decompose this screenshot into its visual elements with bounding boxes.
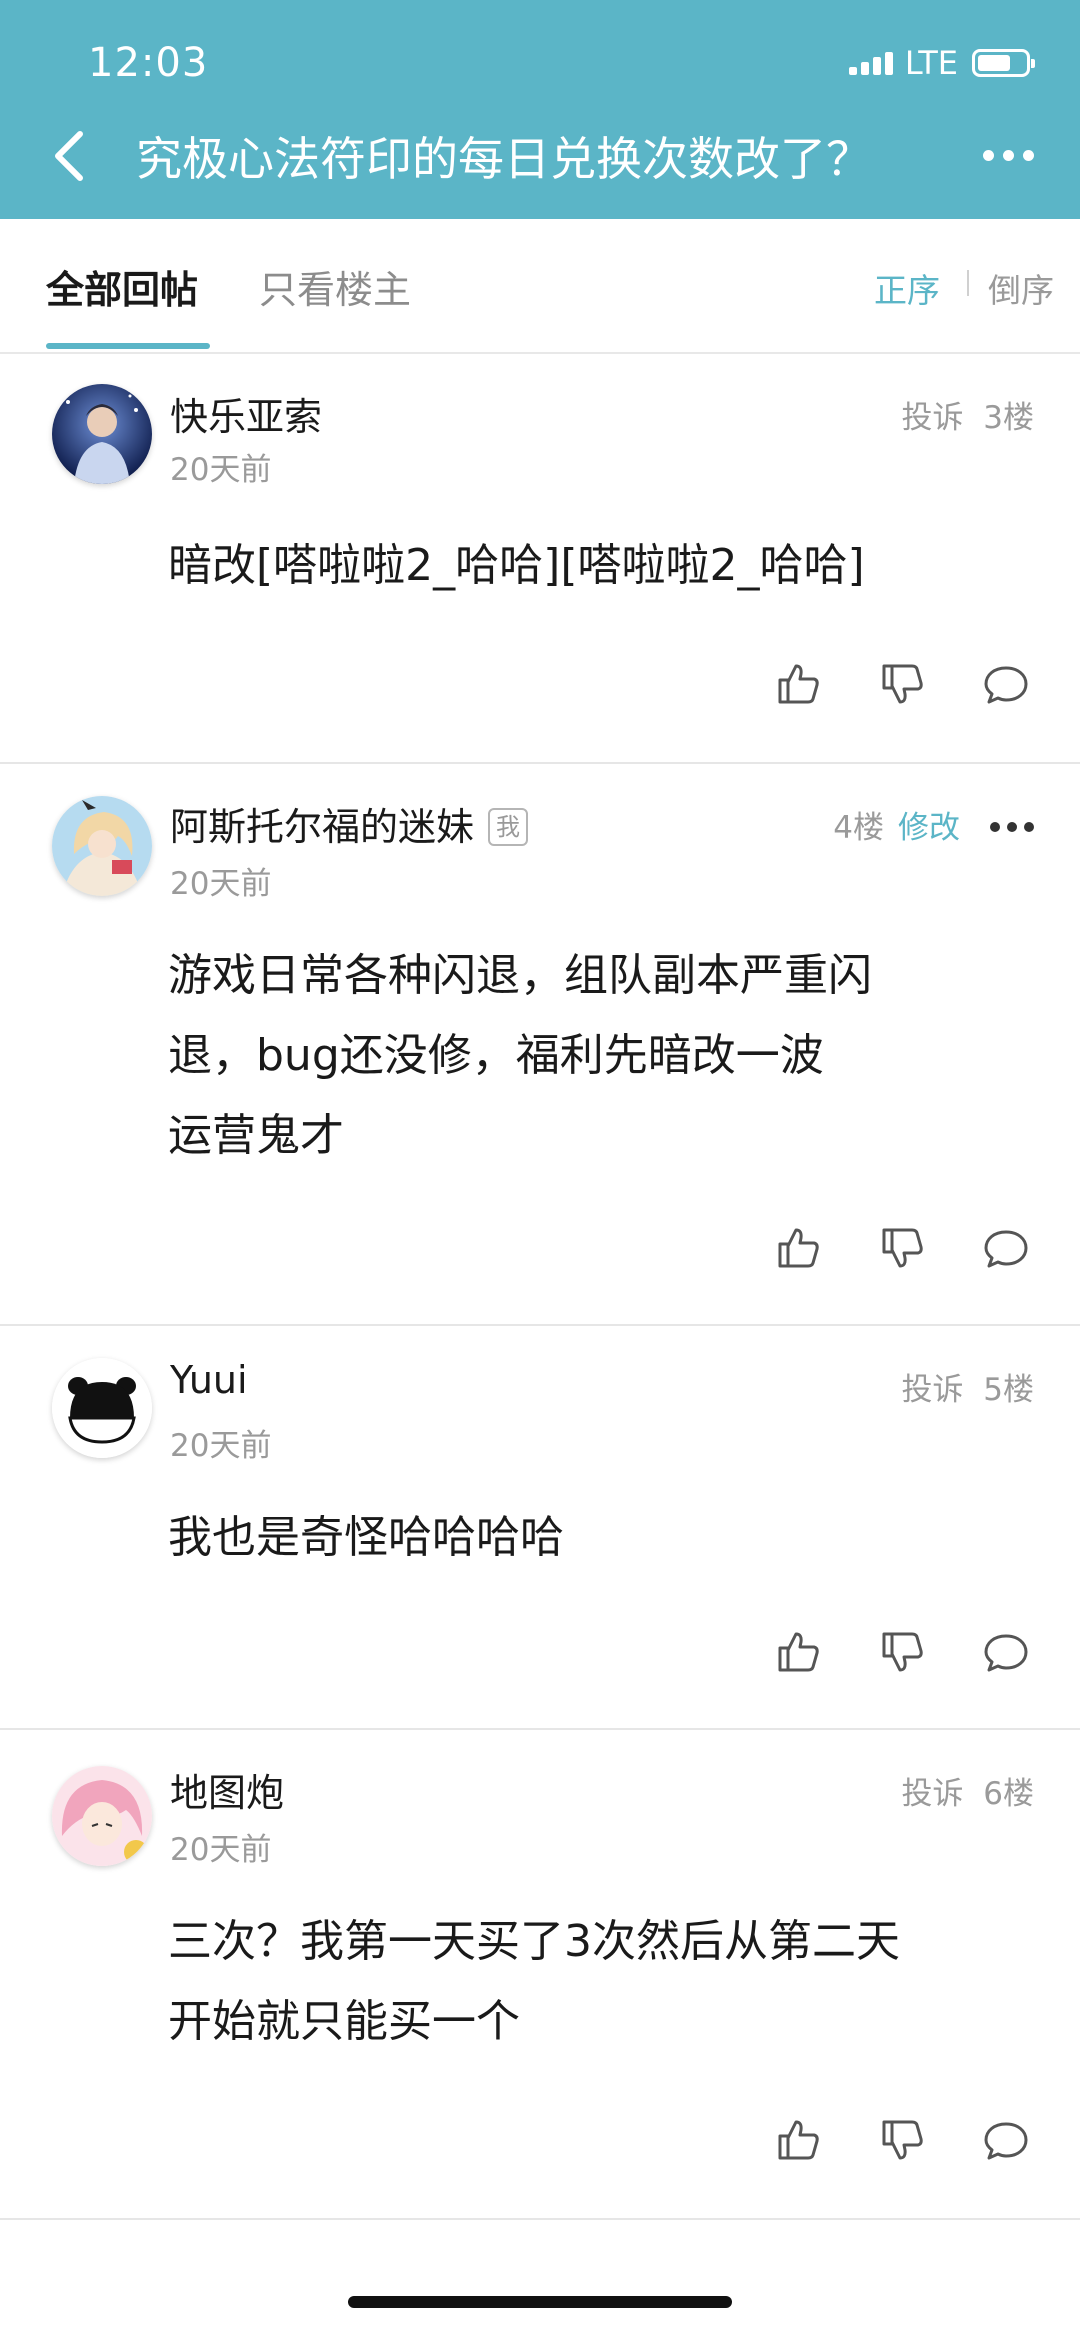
post-content: 我也是奇怪哈哈哈哈	[168, 1512, 564, 1563]
avatar[interactable]	[52, 384, 152, 484]
floor-number: 5楼	[983, 1372, 1034, 1408]
floor-number: 4楼	[833, 810, 884, 846]
thumbs-up-icon[interactable]	[774, 1628, 822, 1676]
thumbs-up-icon[interactable]	[774, 2116, 822, 2164]
username[interactable]: 快乐亚索	[170, 386, 322, 441]
me-badge: 我	[488, 807, 529, 846]
battery-icon	[972, 49, 1035, 77]
content-line: 运营鬼才	[168, 1110, 344, 1161]
reply-post: 地图炮 20天前 投诉 6楼 三次？我第一天买了3次然后从第二天 开始就只能买一…	[0, 1730, 1080, 2220]
floor-number: 3楼	[983, 400, 1034, 436]
content-line: 三次？我第一天买了3次然后从第二天	[168, 1916, 900, 1967]
thumbs-down-icon[interactable]	[878, 1224, 926, 1272]
reply-post: Yuui 20天前 投诉 5楼 我也是奇怪哈哈哈哈	[0, 1326, 1080, 1730]
comment-icon[interactable]	[982, 660, 1030, 708]
comment-icon[interactable]	[982, 2116, 1030, 2164]
edit-link[interactable]: 修改	[898, 810, 960, 846]
back-button[interactable]	[50, 126, 90, 186]
report-link[interactable]: 投诉	[902, 400, 964, 436]
status-indicators: LTE	[848, 44, 1035, 82]
username[interactable]: 地图炮	[170, 1762, 284, 1817]
thumbs-up-icon[interactable]	[774, 1224, 822, 1272]
post-content: 暗改[嗒啦啦2_哈哈][嗒啦啦2_哈哈]	[168, 540, 865, 591]
post-actions	[774, 1224, 1030, 1272]
active-tab-indicator	[46, 343, 210, 349]
status-time: 12:03	[88, 40, 209, 86]
content-line: 游戏日常各种闪退，组队副本严重闪	[168, 950, 872, 1001]
sort-divider	[967, 270, 969, 296]
avatar[interactable]	[52, 1358, 152, 1458]
post-time: 20天前	[170, 452, 272, 488]
username[interactable]: Yuui	[170, 1358, 248, 1402]
app-header: 12:03 LTE 究极心法符印的每日兑换次数改了？	[0, 0, 1080, 219]
thumbs-down-icon[interactable]	[878, 2116, 926, 2164]
thumbs-down-icon[interactable]	[878, 1628, 926, 1676]
post-meta: 投诉 3楼	[902, 392, 1034, 437]
post-actions	[774, 660, 1030, 708]
home-indicator[interactable]	[348, 2296, 732, 2308]
network-label: LTE	[904, 44, 958, 82]
thumbs-down-icon[interactable]	[878, 660, 926, 708]
post-actions	[774, 1628, 1030, 1676]
comment-icon[interactable]	[982, 1224, 1030, 1272]
more-icon[interactable]	[983, 150, 1034, 161]
content-line: 退，bug还没修，福利先暗改一波	[168, 1030, 824, 1081]
post-meta: 投诉 6楼	[902, 1768, 1034, 1813]
back-arrow-icon	[55, 131, 83, 181]
signal-icon	[848, 51, 893, 75]
reply-post: 快乐亚索 20天前 投诉 3楼 暗改[嗒啦啦2_哈哈][嗒啦啦2_哈哈]	[0, 354, 1080, 764]
post-meta: 4楼 修改	[833, 802, 1034, 847]
content-line: 开始就只能买一个	[168, 1996, 520, 2047]
post-content: 游戏日常各种闪退，组队副本严重闪 退，bug还没修，福利先暗改一波 运营鬼才	[168, 936, 1028, 1176]
comment-icon[interactable]	[982, 1628, 1030, 1676]
page-title: 究极心法符印的每日兑换次数改了？	[136, 132, 872, 186]
post-meta: 投诉 5楼	[902, 1364, 1034, 1409]
tab-op-only[interactable]: 只看楼主	[259, 259, 411, 314]
more-options-icon[interactable]	[990, 821, 1034, 832]
sort-ascending-button[interactable]: 正序	[874, 264, 940, 312]
report-link[interactable]: 投诉	[902, 1776, 964, 1812]
sort-descending-button[interactable]: 倒序	[988, 264, 1054, 312]
tab-bar: 全部回帖 只看楼主 正序 倒序	[0, 219, 1080, 354]
report-link[interactable]: 投诉	[902, 1372, 964, 1408]
post-time: 20天前	[170, 1832, 272, 1868]
username[interactable]: 阿斯托尔福的迷妹我	[170, 796, 529, 851]
tab-all-replies[interactable]: 全部回帖	[46, 259, 198, 314]
post-time: 20天前	[170, 1428, 272, 1464]
floor-number: 6楼	[983, 1776, 1034, 1812]
thumbs-up-icon[interactable]	[774, 660, 822, 708]
reply-post: 阿斯托尔福的迷妹我 20天前 4楼 修改 游戏日常各种闪退，组队副本严重闪 退，b…	[0, 764, 1080, 1326]
avatar[interactable]	[52, 796, 152, 896]
post-content: 三次？我第一天买了3次然后从第二天 开始就只能买一个	[168, 1902, 1028, 2062]
username-text[interactable]: 阿斯托尔福的迷妹	[170, 805, 474, 849]
avatar[interactable]	[52, 1766, 152, 1866]
post-time: 20天前	[170, 866, 272, 902]
post-actions	[774, 2116, 1030, 2164]
